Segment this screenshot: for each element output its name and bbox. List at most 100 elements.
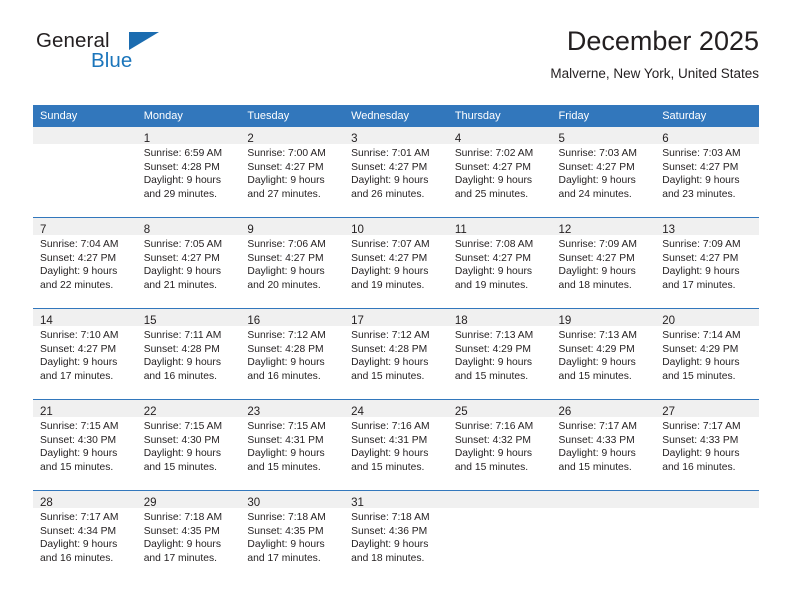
daylight-text-line2: and 29 minutes. — [143, 188, 217, 200]
daylight-text-line1: Daylight: 9 hours — [454, 175, 533, 187]
weekday-header-wednesday: Wednesday — [344, 105, 448, 127]
daylight-text-line1: Daylight: 9 hours — [351, 539, 429, 551]
daylight-text-line2: and 26 minutes. — [351, 188, 425, 200]
day-number-band: 26 — [551, 400, 656, 418]
calendar-day-cell[interactable]: 14 Sunrise: 7:10 AM Sunset: 4:27 PM Dayligh… — [33, 308, 137, 400]
daylight-text-line2: and 15 minutes. — [454, 370, 529, 382]
sunrise-text: Sunrise: 7:09 AM — [662, 239, 741, 250]
sunrise-text: Sunrise: 7:18 AM — [143, 512, 223, 523]
calendar-week-row: 28 Sunrise: 7:17 AM Sunset: 4:34 PM Dayligh… — [33, 490, 759, 581]
sunrise-text: Sunrise: 7:07 AM — [351, 239, 430, 250]
calendar-day-cell[interactable]: 18 Sunrise: 7:13 AM Sunset: 4:29 PM Dayligh… — [447, 308, 552, 400]
calendar-week-row: 14 Sunrise: 7:10 AM Sunset: 4:27 PM Dayligh… — [33, 308, 759, 400]
daylight-text-line1: Daylight: 9 hours — [143, 357, 221, 369]
sunset-text: Sunset: 4:28 PM — [143, 161, 220, 173]
calendar-day-cell[interactable]: 16 Sunrise: 7:12 AM Sunset: 4:28 PM Dayligh… — [240, 308, 345, 400]
calendar-day-cell[interactable]: 19 Sunrise: 7:13 AM Sunset: 4:29 PM Dayligh… — [551, 308, 656, 400]
calendar-day-cell[interactable]: 29 Sunrise: 7:18 AM Sunset: 4:35 PM Dayligh… — [136, 490, 241, 581]
daylight-text-line1: Daylight: 9 hours — [143, 539, 221, 551]
calendar-week-row: 1 Sunrise: 6:59 AM Sunset: 4:28 PM Daylight… — [33, 127, 759, 218]
sunset-text: Sunset: 4:31 PM — [247, 434, 324, 446]
sunset-text: Sunset: 4:27 PM — [662, 161, 739, 173]
daylight-text-line1: Daylight: 9 hours — [662, 266, 740, 278]
day-number-band — [655, 491, 759, 508]
day-number: 10 — [351, 224, 364, 236]
day-number-band: 2 — [240, 127, 345, 145]
calendar-day-cell[interactable]: 9 Sunrise: 7:06 AM Sunset: 4:27 PM Daylight… — [240, 217, 345, 309]
day-number: 4 — [454, 133, 462, 145]
sunset-text: Sunset: 4:27 PM — [143, 252, 220, 264]
calendar-day-cell[interactable]: 15 Sunrise: 7:11 AM Sunset: 4:28 PM Dayligh… — [136, 308, 241, 400]
sunset-text: Sunset: 4:27 PM — [351, 161, 428, 173]
day-cell-body: Sunrise: 7:03 AM Sunset: 4:27 PM Daylight:… — [655, 144, 759, 201]
calendar-day-cell[interactable]: 31 Sunrise: 7:18 AM Sunset: 4:36 PM Dayligh… — [344, 490, 448, 581]
calendar-day-cell[interactable]: 10 Sunrise: 7:07 AM Sunset: 4:27 PM Dayligh… — [344, 217, 448, 309]
day-cell-body: Sunrise: 7:07 AM Sunset: 4:27 PM Daylight:… — [344, 235, 448, 292]
day-number: 6 — [662, 133, 669, 145]
sunrise-text: Sunrise: 7:18 AM — [247, 512, 326, 523]
day-cell-body: Sunrise: 7:11 AM Sunset: 4:28 PM Daylight:… — [137, 326, 241, 383]
day-number-band: 29 — [136, 491, 241, 509]
daylight-text-line2: and 15 minutes. — [247, 461, 321, 473]
calendar-day-cell-empty — [33, 127, 137, 218]
calendar-day-cell[interactable]: 25 Sunrise: 7:16 AM Sunset: 4:32 PM Dayligh… — [447, 399, 552, 491]
calendar-day-cell[interactable]: 12 Sunrise: 7:09 AM Sunset: 4:27 PM Dayligh… — [551, 217, 656, 309]
calendar-day-cell[interactable]: 1 Sunrise: 6:59 AM Sunset: 4:28 PM Daylight… — [136, 127, 241, 218]
calendar-day-cell[interactable]: 4 Sunrise: 7:02 AM Sunset: 4:27 PM Daylight… — [447, 127, 552, 218]
day-cell-body: Sunrise: 7:18 AM Sunset: 4:35 PM Daylight:… — [240, 508, 344, 565]
calendar-day-cell[interactable]: 24 Sunrise: 7:16 AM Sunset: 4:31 PM Dayligh… — [344, 399, 448, 491]
day-cell-body: Sunrise: 7:15 AM Sunset: 4:30 PM Daylight:… — [137, 417, 241, 474]
calendar-day-cell[interactable]: 7 Sunrise: 7:04 AM Sunset: 4:27 PM Daylight… — [33, 217, 137, 309]
day-number-band: 12 — [551, 218, 656, 236]
sunset-text: Sunset: 4:30 PM — [143, 434, 220, 446]
day-number: 20 — [662, 315, 676, 327]
day-number-band: 23 — [240, 400, 345, 418]
calendar-day-cell[interactable]: 17 Sunrise: 7:12 AM Sunset: 4:28 PM Dayligh… — [344, 308, 448, 400]
daylight-text-line2: and 24 minutes. — [558, 188, 632, 200]
daylight-text-line2: and 16 minutes. — [247, 370, 321, 382]
general-blue-logo[interactable]: General Blue — [33, 30, 233, 83]
calendar-day-cell[interactable]: 11 Sunrise: 7:08 AM Sunset: 4:27 PM Dayligh… — [447, 217, 552, 309]
calendar-day-cell[interactable]: 26 Sunrise: 7:17 AM Sunset: 4:33 PM Dayligh… — [551, 399, 656, 491]
sunset-text: Sunset: 4:27 PM — [454, 252, 531, 264]
day-number-band: 5 — [551, 127, 656, 145]
page-subtitle: Malverne, New York, United States — [550, 66, 759, 81]
day-number-band: 11 — [447, 218, 552, 236]
calendar-day-cell[interactable]: 21 Sunrise: 7:15 AM Sunset: 4:30 PM Dayligh… — [33, 399, 137, 491]
calendar-day-cell[interactable]: 23 Sunrise: 7:15 AM Sunset: 4:31 PM Dayligh… — [240, 399, 345, 491]
daylight-text-line2: and 17 minutes. — [143, 552, 217, 564]
daylight-text-line1: Daylight: 9 hours — [40, 266, 118, 278]
daylight-text-line2: and 19 minutes. — [351, 279, 425, 291]
daylight-text-line1: Daylight: 9 hours — [558, 266, 636, 278]
calendar-day-cell[interactable]: 20 Sunrise: 7:14 AM Sunset: 4:29 PM Dayligh… — [655, 308, 759, 400]
sunset-text: Sunset: 4:29 PM — [662, 343, 739, 355]
calendar-day-cell[interactable]: 27 Sunrise: 7:17 AM Sunset: 4:33 PM Dayligh… — [655, 399, 759, 491]
day-number: 16 — [247, 315, 261, 327]
day-number-band: 6 — [655, 127, 759, 145]
daylight-text-line1: Daylight: 9 hours — [247, 448, 325, 460]
daylight-text-line2: and 15 minutes. — [351, 370, 425, 382]
calendar-day-cell[interactable]: 5 Sunrise: 7:03 AM Sunset: 4:27 PM Daylight… — [551, 127, 656, 218]
daylight-text-line2: and 22 minutes. — [40, 279, 114, 291]
calendar-day-cell[interactable]: 28 Sunrise: 7:17 AM Sunset: 4:34 PM Dayligh… — [33, 490, 137, 581]
day-number-band — [33, 127, 137, 144]
calendar-day-cell[interactable]: 6 Sunrise: 7:03 AM Sunset: 4:27 PM Daylight… — [655, 127, 759, 218]
calendar-day-cell[interactable]: 3 Sunrise: 7:01 AM Sunset: 4:27 PM Daylight… — [344, 127, 448, 218]
day-number-band: 17 — [344, 309, 448, 327]
page-title: December 2025 — [566, 26, 759, 56]
calendar-day-cell[interactable]: 30 Sunrise: 7:18 AM Sunset: 4:35 PM Dayligh… — [240, 490, 345, 581]
day-number-band — [447, 491, 552, 508]
calendar-day-cell[interactable]: 2 Sunrise: 7:00 AM Sunset: 4:27 PM Daylight… — [240, 127, 345, 218]
day-number: 7 — [40, 224, 47, 236]
sunset-text: Sunset: 4:27 PM — [247, 161, 324, 173]
calendar-day-cell[interactable]: 8 Sunrise: 7:05 AM Sunset: 4:27 PM Daylight… — [136, 217, 241, 309]
day-number-band: 15 — [136, 309, 241, 327]
day-cell-body: Sunrise: 7:08 AM Sunset: 4:27 PM Daylight:… — [448, 235, 552, 292]
sunset-text: Sunset: 4:29 PM — [558, 343, 635, 355]
calendar-day-cell[interactable]: 22 Sunrise: 7:15 AM Sunset: 4:30 PM Dayligh… — [136, 399, 241, 491]
day-number: 18 — [454, 315, 468, 327]
sunset-text: Sunset: 4:32 PM — [454, 434, 531, 446]
day-cell-body: Sunrise: 7:17 AM Sunset: 4:33 PM Daylight:… — [655, 417, 759, 474]
calendar-day-cell[interactable]: 13 Sunrise: 7:09 AM Sunset: 4:27 PM Dayligh… — [655, 217, 759, 309]
sunrise-text: Sunrise: 7:03 AM — [662, 148, 741, 159]
